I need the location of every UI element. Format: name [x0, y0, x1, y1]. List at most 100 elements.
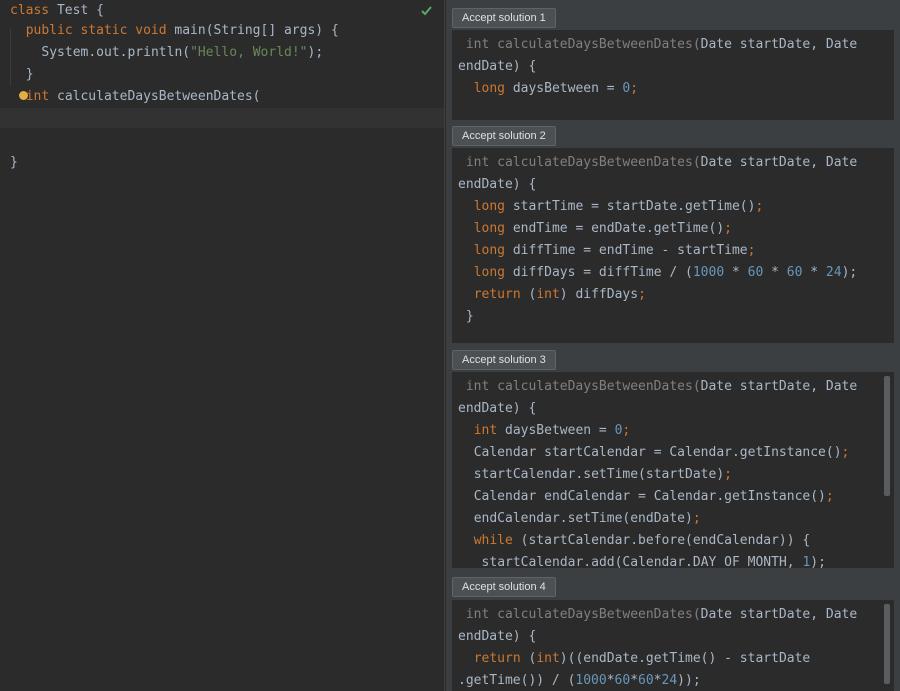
- solution-code-line: int calculateDaysBetweenDates(Date start…: [466, 34, 857, 56]
- solution-code-line: Calendar startCalendar = Calendar.getIns…: [474, 442, 850, 464]
- code-token: public static void: [25, 23, 167, 38]
- solution-4-code: int calculateDaysBetweenDates(Date start…: [452, 600, 894, 691]
- solution-code-line: return (int)((endDate.getTime() - startD…: [474, 648, 811, 670]
- code-token: endTime = endDate.getTime(): [505, 221, 725, 236]
- solution-code-line: endDate) {: [458, 174, 536, 196]
- code-token: .getTime()) / (: [458, 673, 576, 688]
- code-token: ;: [638, 287, 646, 302]
- code-token: long: [473, 243, 505, 258]
- code-token: startTime = startDate.getTime(): [505, 199, 756, 214]
- accept-solution-1-button[interactable]: Accept solution 1: [452, 8, 556, 28]
- solution-code-line: long startTime = startDate.getTime();: [474, 196, 764, 218]
- code-token: diffTime = endTime - startTime: [505, 243, 748, 258]
- code-token: endCalendar.setTime(endDate): [473, 511, 693, 526]
- code-token: main(String[] args) {: [166, 23, 339, 38]
- code-editor[interactable]: class Test {public static void main(Stri…: [0, 0, 445, 691]
- code-token: *: [802, 265, 826, 280]
- editor-line: }: [26, 64, 470, 86]
- code-token: Calendar endCalendar = Calendar.getInsta…: [473, 489, 826, 504]
- code-token: (: [520, 651, 537, 666]
- solution-code-line: endDate) {: [458, 626, 536, 648]
- accept-solution-2-button[interactable]: Accept solution 2: [452, 126, 556, 146]
- solution-code-line: endDate) {: [458, 398, 536, 420]
- code-token: System.out.println(: [41, 45, 191, 60]
- code-token: Test {: [49, 3, 104, 18]
- check-icon: [421, 6, 432, 16]
- code-token: ) diffDays: [559, 287, 639, 302]
- code-token: 24: [661, 673, 678, 688]
- code-token: int: [536, 287, 560, 302]
- code-token: ;: [622, 423, 631, 438]
- code-token: int calculateDaysBetweenDates(: [465, 607, 701, 622]
- code-token: return: [473, 287, 521, 302]
- code-token: int calculateDaysBetweenDates(: [465, 379, 701, 394]
- code-token: 60: [638, 673, 654, 688]
- code-token: ;: [755, 199, 764, 214]
- solution-1-code: int calculateDaysBetweenDates(Date start…: [452, 30, 894, 120]
- code-token: *: [630, 673, 639, 688]
- code-token: ;: [692, 511, 701, 526]
- editor-line: System.out.println("Hello, World!");: [41, 42, 485, 64]
- accept-solution-3-button[interactable]: Accept solution 3: [452, 350, 556, 370]
- code-token: int calculateDaysBetweenDates(: [465, 37, 701, 52]
- solution-code-line: startCalendar.setTime(startDate);: [474, 464, 732, 486]
- code-token: endDate) {: [458, 629, 537, 644]
- code-token: 1000: [575, 673, 607, 688]
- scrollbar-thumb[interactable]: [884, 604, 890, 684]
- solution-code-line: int calculateDaysBetweenDates(Date start…: [466, 152, 857, 174]
- code-token: int calculateDaysBetweenDates(: [465, 155, 701, 170]
- solution-code-line: int calculateDaysBetweenDates(Date start…: [466, 376, 857, 398]
- code-token: long: [473, 199, 505, 214]
- code-token: ;: [747, 243, 756, 258]
- code-token: 60: [614, 673, 631, 688]
- code-token: int: [25, 89, 50, 104]
- solution-code-line: long diffDays = diffTime / (1000 * 60 * …: [474, 262, 858, 284]
- code-token: *: [653, 673, 662, 688]
- solution-code-line: endCalendar.setTime(endDate);: [474, 508, 701, 530]
- code-token: );: [810, 555, 826, 568]
- solution-code-line: int calculateDaysBetweenDates(Date start…: [466, 604, 857, 626]
- code-token: long: [473, 265, 505, 280]
- solution-code-line: long diffTime = endTime - startTime;: [474, 240, 756, 262]
- editor-line: int calculateDaysBetweenDates(: [26, 86, 470, 108]
- code-token: long: [473, 81, 505, 96]
- code-token: }: [25, 67, 34, 82]
- code-token: int: [473, 423, 498, 438]
- code-token: ;: [825, 489, 834, 504]
- solution-code-line: }: [466, 306, 474, 328]
- code-token: 24: [825, 265, 842, 280]
- code-token: while: [473, 533, 513, 548]
- editor-line: }: [10, 152, 454, 174]
- code-token: ));: [677, 673, 701, 688]
- code-token: endDate) {: [458, 177, 537, 192]
- scrollbar-thumb[interactable]: [884, 376, 890, 496]
- code-token: 60: [786, 265, 803, 280]
- code-token: *: [606, 673, 615, 688]
- solution-code-line: return (int) diffDays;: [474, 284, 646, 306]
- accept-solution-4-button[interactable]: Accept solution 4: [452, 577, 556, 597]
- code-token: Date startDate, Date: [700, 155, 858, 170]
- lightbulb-icon[interactable]: [19, 91, 28, 100]
- code-token: startCalendar.add(Calendar.DAY_OF_MONTH,: [481, 555, 803, 568]
- code-token: daysBetween =: [497, 423, 615, 438]
- code-token: );: [307, 45, 324, 60]
- code-token: daysBetween =: [505, 81, 623, 96]
- code-token: diffDays = diffTime / (: [505, 265, 693, 280]
- code-token: }: [10, 155, 18, 170]
- code-token: Date startDate, Date: [700, 37, 858, 52]
- code-token: );: [841, 265, 858, 280]
- solutions-panel: Accept solution 1 int calculateDaysBetwee…: [446, 0, 900, 691]
- solution-3-code: int calculateDaysBetweenDates(Date start…: [452, 372, 894, 568]
- code-token: Date startDate, Date: [700, 379, 858, 394]
- code-token: *: [763, 265, 787, 280]
- code-token: calculateDaysBetweenDates(: [49, 89, 261, 104]
- solution-code-line: int daysBetween = 0;: [474, 420, 631, 442]
- indent-guide: [10, 28, 11, 86]
- code-token: (startCalendar.before(endCalendar)) {: [512, 533, 811, 548]
- code-token: ;: [724, 221, 732, 236]
- solution-code-line: long endTime = endDate.getTime();: [474, 218, 732, 240]
- code-token: endDate) {: [458, 401, 537, 416]
- solution-code-line: .getTime()) / (1000*60*60*24));: [458, 670, 701, 691]
